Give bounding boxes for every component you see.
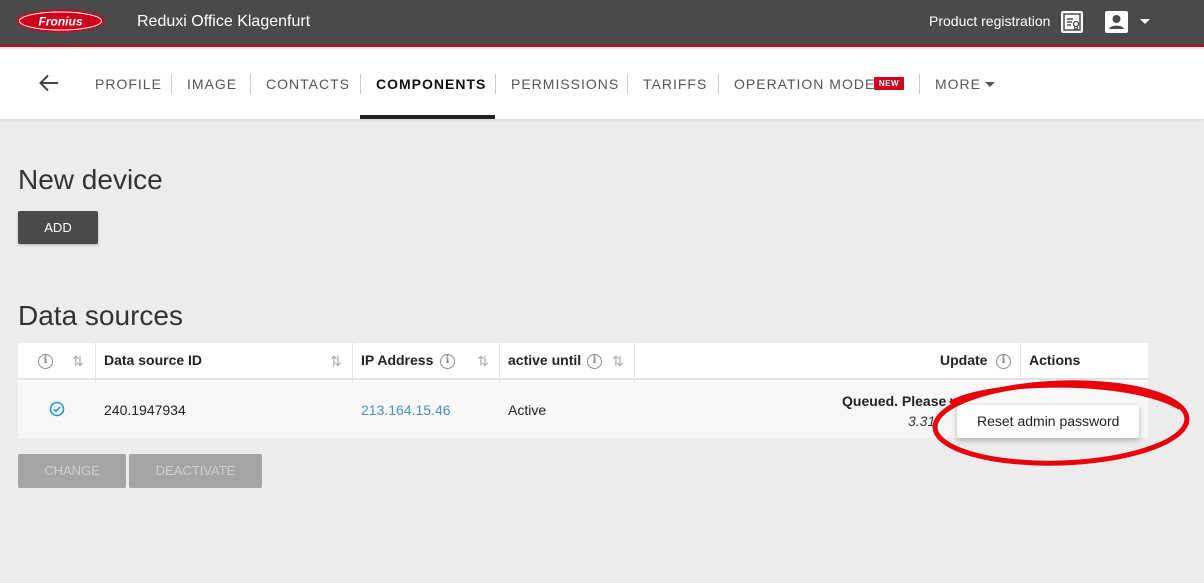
new-badge: NEW xyxy=(874,77,904,90)
info-icon[interactable]: i xyxy=(440,354,455,369)
reset-admin-password-menu-item[interactable]: Reset admin password xyxy=(977,412,1119,430)
chevron-down-icon[interactable] xyxy=(985,82,995,87)
tab-profile[interactable]: PROFILE xyxy=(95,76,162,92)
table-header: i ⇅ Data source ID ⇅ IP Address i ⇅ acti… xyxy=(18,343,1148,380)
column-header-update: Update xyxy=(940,352,988,368)
info-icon[interactable]: i xyxy=(587,354,602,369)
tab-tariffs[interactable]: TARIFFS xyxy=(643,76,707,92)
column-header-actions: Actions xyxy=(1029,352,1081,368)
info-icon[interactable]: i xyxy=(996,354,1011,369)
actions-menu: Reset admin password xyxy=(957,405,1139,438)
data-sources-heading: Data sources xyxy=(18,300,183,331)
tab-image[interactable]: IMAGE xyxy=(187,76,237,92)
new-device-heading: New device xyxy=(18,164,163,195)
tab-divider xyxy=(718,74,719,94)
tab-divider xyxy=(627,74,628,94)
change-button[interactable]: CHANGE xyxy=(18,454,126,488)
info-icon[interactable]: i xyxy=(38,354,53,369)
tab-divider xyxy=(495,74,496,94)
tab-components[interactable]: COMPONENTS xyxy=(376,76,486,92)
tab-divider xyxy=(171,74,172,94)
account-icon[interactable] xyxy=(1105,11,1128,33)
tab-divider xyxy=(250,74,251,94)
update-version-text: 3.31 xyxy=(908,413,936,429)
tab-bar: PROFILE IMAGE CONTACTS COMPONENTS PERMIS… xyxy=(0,49,1204,119)
column-header-ip-address: IP Address xyxy=(361,352,434,368)
update-status-text: Queued. Please w xyxy=(842,393,962,409)
add-device-button[interactable]: ADD xyxy=(18,211,98,244)
active-until-cell: Active xyxy=(508,402,547,418)
tab-operation-mode[interactable]: OPERATION MODE xyxy=(734,76,875,92)
sort-icon[interactable]: ⇅ xyxy=(330,354,343,368)
svg-text:Fronius: Fronius xyxy=(39,15,83,29)
product-registration-link[interactable]: Product registration xyxy=(929,12,1050,30)
tab-contacts[interactable]: CONTACTS xyxy=(266,76,350,92)
tab-divider xyxy=(360,74,361,94)
top-app-bar: Fronius Reduxi Office Klagenfurt Product… xyxy=(0,0,1204,47)
data-source-id-cell: 240.1947934 xyxy=(104,402,186,418)
ip-address-link[interactable]: 213.164.15.46 xyxy=(361,401,451,419)
tab-more[interactable]: MORE xyxy=(935,76,981,92)
fronius-logo[interactable]: Fronius xyxy=(16,9,105,33)
column-header-active-until: active until xyxy=(508,352,582,368)
app-title: Reduxi Office Klagenfurt xyxy=(137,13,311,30)
back-arrow-icon[interactable] xyxy=(38,73,60,93)
sort-icon[interactable]: ⇅ xyxy=(477,354,490,368)
account-dropdown-chevron-icon[interactable] xyxy=(1140,19,1150,24)
sort-icon[interactable]: ⇅ xyxy=(72,354,85,368)
tab-divider xyxy=(919,74,920,94)
deactivate-button[interactable]: DEACTIVATE xyxy=(129,454,262,488)
tab-permissions[interactable]: PERMISSIONS xyxy=(511,76,619,92)
active-tab-indicator xyxy=(360,115,495,119)
column-header-data-source-id: Data source ID xyxy=(104,352,203,368)
check-circle-icon xyxy=(49,401,65,417)
certificate-icon[interactable] xyxy=(1061,11,1083,33)
sort-icon[interactable]: ⇅ xyxy=(612,354,625,368)
